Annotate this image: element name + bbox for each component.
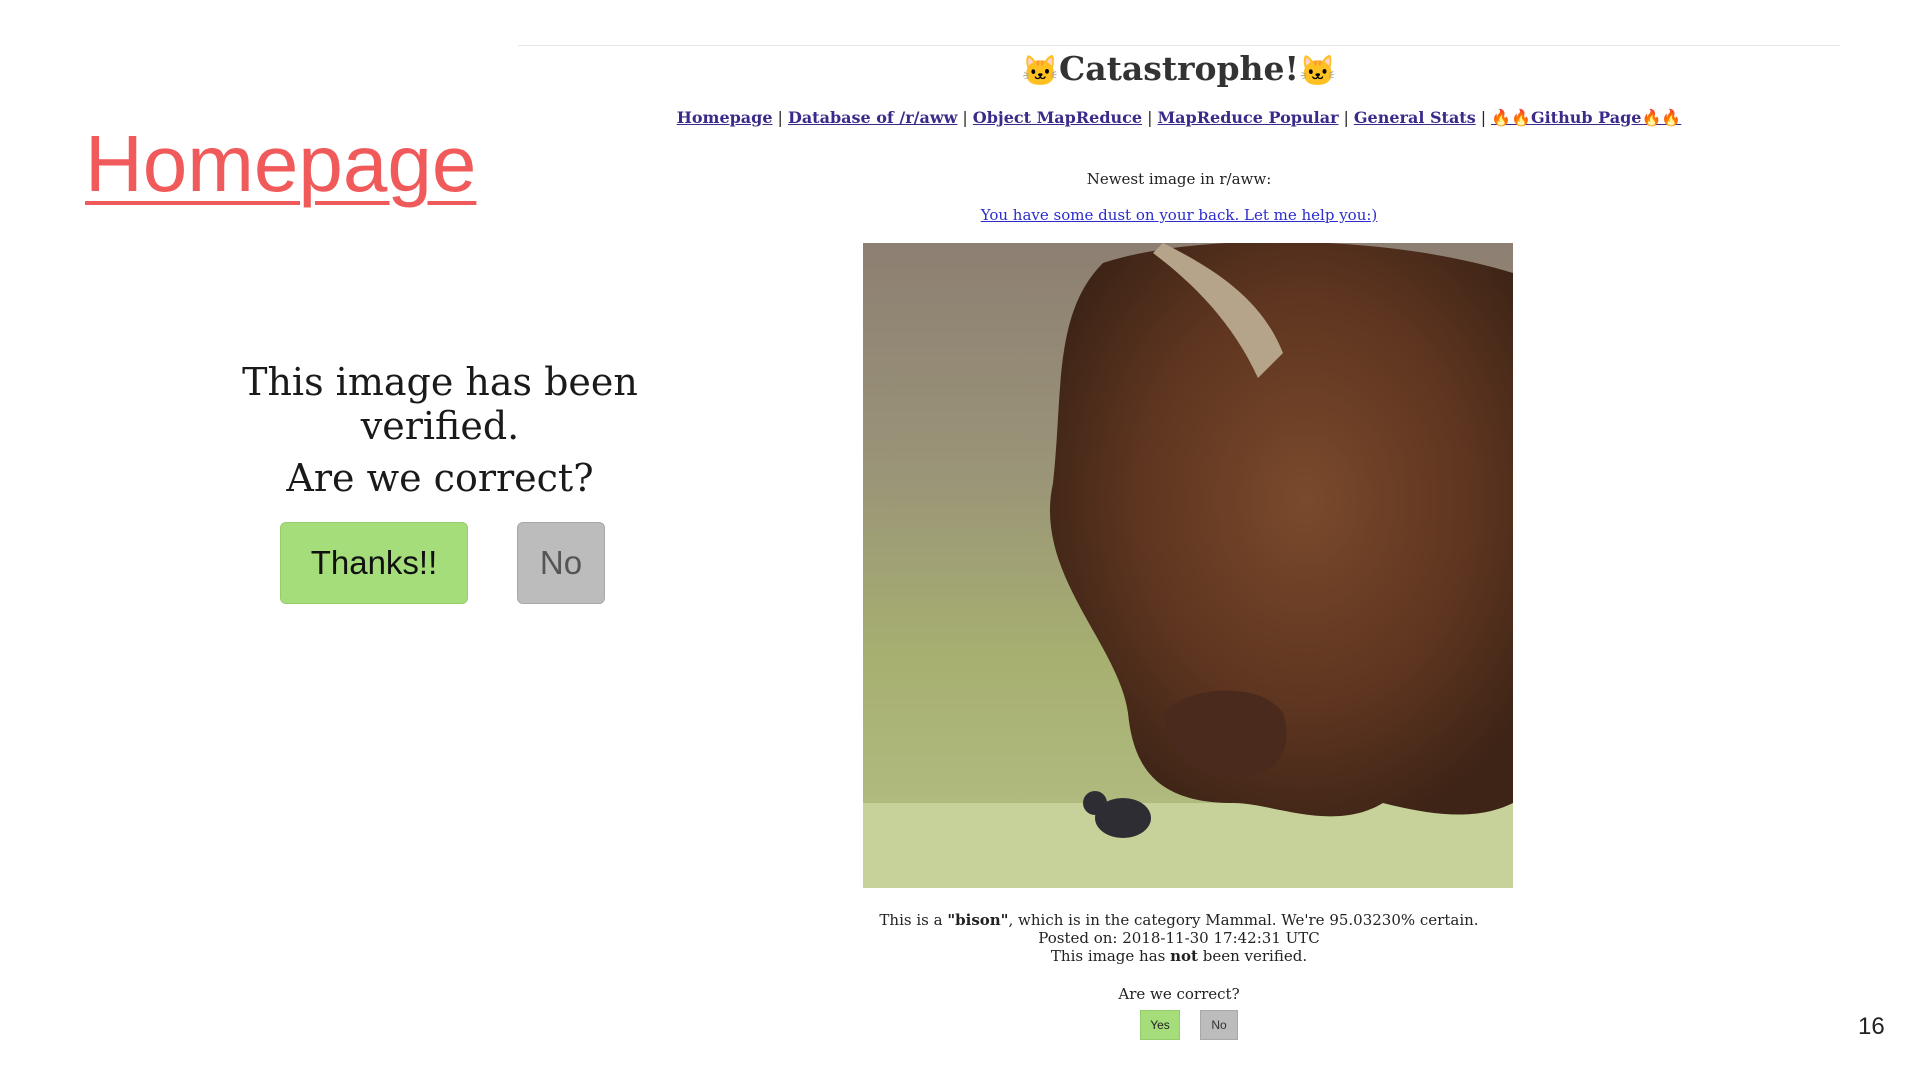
nav-link-homepage[interactable]: Homepage bbox=[677, 108, 773, 127]
caption-verified-suffix: been verified. bbox=[1197, 947, 1308, 965]
site-nav: Homepage | Database of /r/aww | Object MapRe… bbox=[518, 108, 1840, 127]
caption-label: "bison" bbox=[947, 911, 1009, 929]
top-divider bbox=[518, 45, 1840, 46]
caption-verified-prefix: This image has bbox=[1050, 947, 1171, 965]
nav-link-database[interactable]: Database of /r/aww bbox=[788, 108, 957, 127]
site-title-text: Catastrophe! bbox=[1058, 49, 1300, 88]
fire-icon: 🔥🔥 bbox=[1491, 108, 1531, 127]
website-screenshot: 🐱Catastrophe!🐱 Homepage | Database of /r/a… bbox=[518, 45, 1840, 1055]
fire-icon: 🔥🔥 bbox=[1641, 108, 1682, 127]
slide-page-number: 16 bbox=[1858, 1013, 1885, 1040]
zoom-thanks-button[interactable]: Thanks!! bbox=[280, 522, 468, 604]
cat-face-icon: 🐱 bbox=[1021, 53, 1059, 89]
slide-title-link[interactable]: Homepage bbox=[85, 118, 476, 210]
nav-separator: | bbox=[1147, 108, 1153, 127]
nav-link-object-mapreduce[interactable]: Object MapReduce bbox=[973, 108, 1142, 127]
newest-image-label: Newest image in r/aww: bbox=[1086, 170, 1272, 188]
correct-question: Are we correct? bbox=[1118, 985, 1240, 1003]
site-title: 🐱Catastrophe!🐱 bbox=[518, 49, 1840, 89]
caption-verified: This image has not been verified. bbox=[518, 947, 1840, 965]
nav-link-github[interactable]: 🔥🔥Github Page🔥🔥 bbox=[1491, 108, 1681, 127]
cat-face-icon: 🐱 bbox=[1299, 53, 1337, 89]
classification-caption: This is a "bison", which is in the categ… bbox=[518, 911, 1840, 965]
nav-separator: | bbox=[962, 108, 968, 127]
caption-suffix: , which is in the category Mammal. We're… bbox=[1008, 911, 1479, 929]
bison-photo bbox=[863, 243, 1513, 888]
caption-posted: Posted on: 2018-11-30 17:42:31 UTC bbox=[1038, 929, 1320, 947]
nav-link-mapreduce-popular[interactable]: MapReduce Popular bbox=[1157, 108, 1338, 127]
nav-separator: | bbox=[1480, 108, 1487, 127]
post-title-link[interactable]: You have some dust on your back. Let me … bbox=[518, 206, 1840, 224]
caption-verified-bold: not bbox=[1170, 947, 1198, 965]
nav-link-github-label: Github Page bbox=[1530, 108, 1642, 127]
nav-separator: | bbox=[1343, 108, 1349, 127]
nav-separator: | bbox=[777, 108, 783, 127]
no-button[interactable]: No bbox=[1200, 1010, 1238, 1040]
nav-link-general-stats[interactable]: General Stats bbox=[1354, 108, 1476, 127]
yes-button[interactable]: Yes bbox=[1140, 1010, 1180, 1040]
caption-line-label: This is a "bison", which is in the categ… bbox=[518, 911, 1840, 929]
caption-prefix: This is a bbox=[879, 911, 948, 929]
